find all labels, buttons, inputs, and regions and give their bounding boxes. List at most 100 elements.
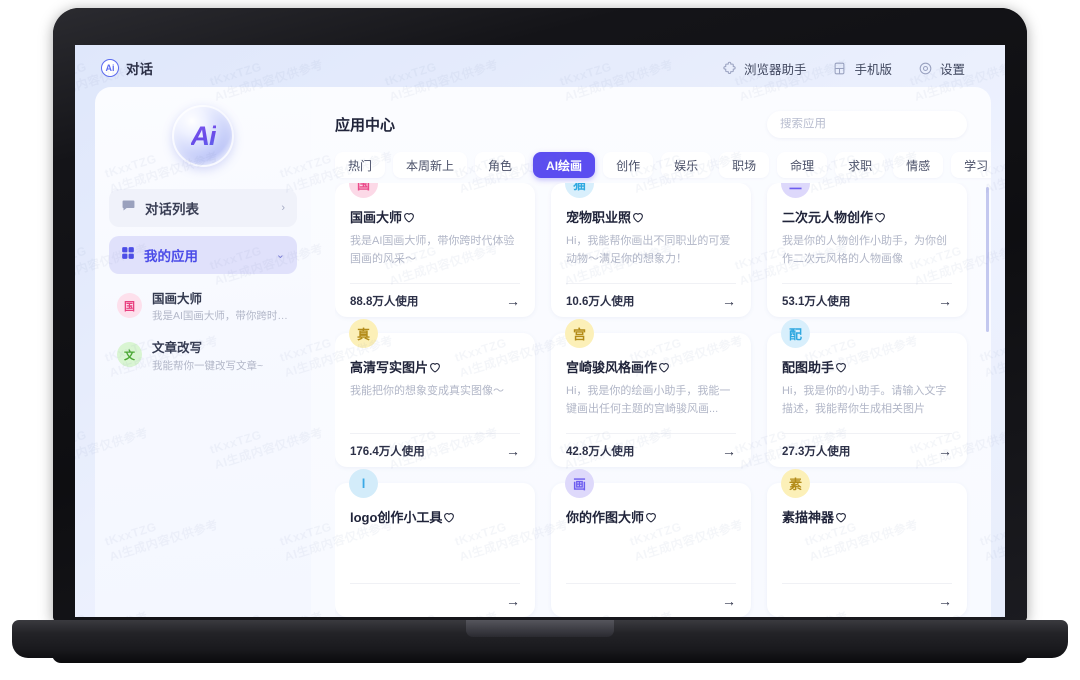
- favorite-heart-icon[interactable]: [644, 510, 658, 524]
- arrow-right-icon[interactable]: →: [938, 294, 952, 308]
- arrow-right-icon[interactable]: →: [722, 294, 736, 308]
- favorite-heart-icon[interactable]: [657, 360, 671, 374]
- arrow-right-icon[interactable]: →: [722, 444, 736, 458]
- arrow-right-icon[interactable]: →: [506, 594, 520, 608]
- brand-label: 对话: [126, 62, 153, 77]
- app-card[interactable]: 真高清写实图片 我能把你的想象变成真实图像～ 176.4万人使用 →: [335, 319, 535, 467]
- app-card-badge: 素: [781, 469, 810, 498]
- favorite-heart-icon[interactable]: [834, 510, 848, 524]
- app-card-footer: 176.4万人使用 →: [350, 433, 520, 467]
- app-card-desc: [350, 533, 520, 568]
- tab-9[interactable]: 情感: [893, 152, 944, 178]
- arrow-right-icon[interactable]: →: [938, 444, 952, 458]
- sidebar-app-avatar: 国: [117, 293, 142, 318]
- tab-4[interactable]: 创作: [603, 152, 654, 178]
- tab-5[interactable]: 娱乐: [661, 152, 712, 178]
- app-card-badge: 画: [565, 469, 594, 498]
- sidebar-app-item[interactable]: 国国画大师 我是AI国画大师，带你跨时代体...: [109, 283, 297, 332]
- scrollbar-thumb[interactable]: [986, 187, 989, 332]
- chevron-down-icon: ⌄: [275, 248, 285, 261]
- sidebar-app-title: 国画大师: [152, 292, 203, 306]
- app-card-usage-count: 42.8万人使用: [566, 445, 635, 458]
- sidebar-app-desc: 我能帮你一键改写文章~: [152, 359, 264, 372]
- app-card[interactable]: 二二次元人物创作 我是你的人物创作小助手，为你创作二次元风格的人物画像 53.1万人…: [767, 183, 967, 317]
- mobile-icon: [832, 61, 847, 76]
- app-card-footer: 88.8万人使用 →: [350, 283, 520, 317]
- tab-0[interactable]: 热门: [335, 152, 386, 178]
- app-card-footer: →: [350, 583, 520, 617]
- app-card[interactable]: 猫宠物职业照 Hi，我能帮你画出不同职业的可爱动物～满足你的想象力！ 10.6万人使…: [551, 183, 751, 317]
- app-card[interactable]: 配配图助手 Hi，我是你的小助手。请输入文字描述，我能帮你生成相关图片 27.3万人…: [767, 319, 967, 467]
- app-window: tKxxTZG AI生成内容仅供参考 tKxxTZG AI生成内容仅供参考 tKxxTZ…: [75, 45, 1005, 617]
- favorite-heart-icon[interactable]: [442, 510, 456, 524]
- app-card-desc: [566, 533, 736, 568]
- browser-assistant-button[interactable]: 浏览器助手: [722, 59, 807, 78]
- app-card[interactable]: 素素描神器 →: [767, 469, 967, 617]
- app-card-usage-count: 176.4万人使用: [350, 445, 425, 458]
- mobile-version-label: 手机版: [854, 62, 892, 77]
- search-box[interactable]: [767, 110, 967, 138]
- tab-7[interactable]: 命理: [777, 152, 828, 178]
- settings-button[interactable]: 设置: [918, 59, 965, 78]
- favorite-heart-icon[interactable]: [402, 210, 416, 224]
- app-card-desc: [782, 533, 952, 568]
- app-card-title: 配图助手: [782, 360, 835, 375]
- puzzle-icon: [722, 61, 737, 76]
- sidebar-app-title: 文章改写: [152, 341, 203, 356]
- tab-10[interactable]: 学习: [951, 152, 991, 178]
- app-card-footer: →: [782, 583, 952, 617]
- tab-1[interactable]: 本周新上: [393, 152, 468, 178]
- favorite-heart-icon[interactable]: [631, 210, 645, 224]
- app-card-title: 你的作图大师: [566, 510, 645, 525]
- app-body: Ai 对话列表 › 我的应用 ⌄ 国 国画大师 我是AI国画大师，带你跨时代体.…: [95, 87, 991, 617]
- favorite-heart-icon[interactable]: [873, 210, 887, 224]
- app-card-footer: →: [566, 583, 736, 617]
- tab-2[interactable]: 角色: [475, 152, 526, 178]
- arrow-right-icon[interactable]: →: [938, 594, 952, 608]
- app-grid-scroll-area: 国国画大师 我是AI国画大师，带你跨时代体验国画的风采～ 88.8万人使用 → 猫宠物职…: [335, 183, 981, 617]
- laptop-device-frame: tKxxTZG AI生成内容仅供参考 tKxxTZG AI生成内容仅供参考 tKxxTZ…: [0, 0, 1080, 680]
- app-card-footer: 53.1万人使用 →: [782, 283, 952, 317]
- sidebar-item-chat-list-label: 对话列表: [145, 202, 199, 217]
- sidebar-item-chat-list[interactable]: 对话列表 ›: [109, 189, 297, 227]
- mobile-version-button[interactable]: 手机版: [832, 59, 892, 78]
- tab-8[interactable]: 求职: [835, 152, 886, 178]
- app-card-badge: 宫: [565, 319, 594, 348]
- app-card[interactable]: 画你的作图大师 →: [551, 469, 751, 617]
- app-card-desc: Hi，我是你的绘画小助手，我能一键画出任何主题的宫崎骏风画...: [566, 385, 731, 415]
- app-card-title: 二次元人物创作: [782, 210, 874, 225]
- gear-icon: [918, 61, 933, 76]
- chevron-right-icon: ›: [281, 201, 285, 214]
- sidebar-app-item[interactable]: 文文章改写 我能帮你一键改写文章~: [109, 332, 297, 381]
- app-card-title: 素描神器: [782, 510, 835, 525]
- search-input[interactable]: [780, 118, 954, 130]
- sidebar: Ai 对话列表 › 我的应用 ⌄ 国 国画大师 我是AI国画大师，带你跨时代体.…: [95, 87, 311, 617]
- app-card-badge: 真: [349, 319, 378, 348]
- app-card-footer: 10.6万人使用 →: [566, 283, 736, 317]
- grid-icon: [121, 246, 135, 265]
- app-card-title: 宠物职业照: [566, 210, 632, 225]
- tab-3[interactable]: AI绘画: [533, 152, 596, 178]
- app-card-badge: 配: [781, 319, 810, 348]
- app-card[interactable]: 宫宫崎骏风格画作 Hi，我是你的绘画小助手，我能一键画出任何主题的宫崎骏风画...…: [551, 319, 751, 467]
- laptop-trackpad-notch: [466, 620, 614, 637]
- arrow-right-icon[interactable]: →: [722, 594, 736, 608]
- app-card-usage-count: 88.8万人使用: [350, 295, 419, 308]
- browser-assistant-label: 浏览器助手: [743, 62, 807, 77]
- app-card-footer: 27.3万人使用 →: [782, 433, 952, 467]
- app-card-usage-count: 27.3万人使用: [782, 445, 851, 458]
- favorite-heart-icon[interactable]: [428, 360, 442, 374]
- app-card[interactable]: 国国画大师 我是AI国画大师，带你跨时代体验国画的风采～ 88.8万人使用 →: [335, 183, 535, 317]
- ai-orb-icon: Ai: [172, 105, 234, 167]
- favorite-heart-icon[interactable]: [834, 360, 848, 374]
- arrow-right-icon[interactable]: →: [506, 444, 520, 458]
- brand-logo-icon: Ai: [101, 59, 119, 77]
- tab-6[interactable]: 职场: [719, 152, 770, 178]
- chat-icon: [121, 198, 136, 218]
- app-card-desc: 我是你的人物创作小助手，为你创作二次元风格的人物画像: [782, 235, 947, 265]
- category-tabs: 热门 本周新上 角色 AI绘画 创作 娱乐 职场 命理 求职 情感 学习: [335, 152, 991, 178]
- app-brand[interactable]: Ai 对话: [101, 58, 153, 78]
- app-card[interactable]: l logo创作小工具 →: [335, 469, 535, 617]
- arrow-right-icon[interactable]: →: [506, 294, 520, 308]
- sidebar-item-my-apps[interactable]: 我的应用 ⌄: [109, 236, 297, 274]
